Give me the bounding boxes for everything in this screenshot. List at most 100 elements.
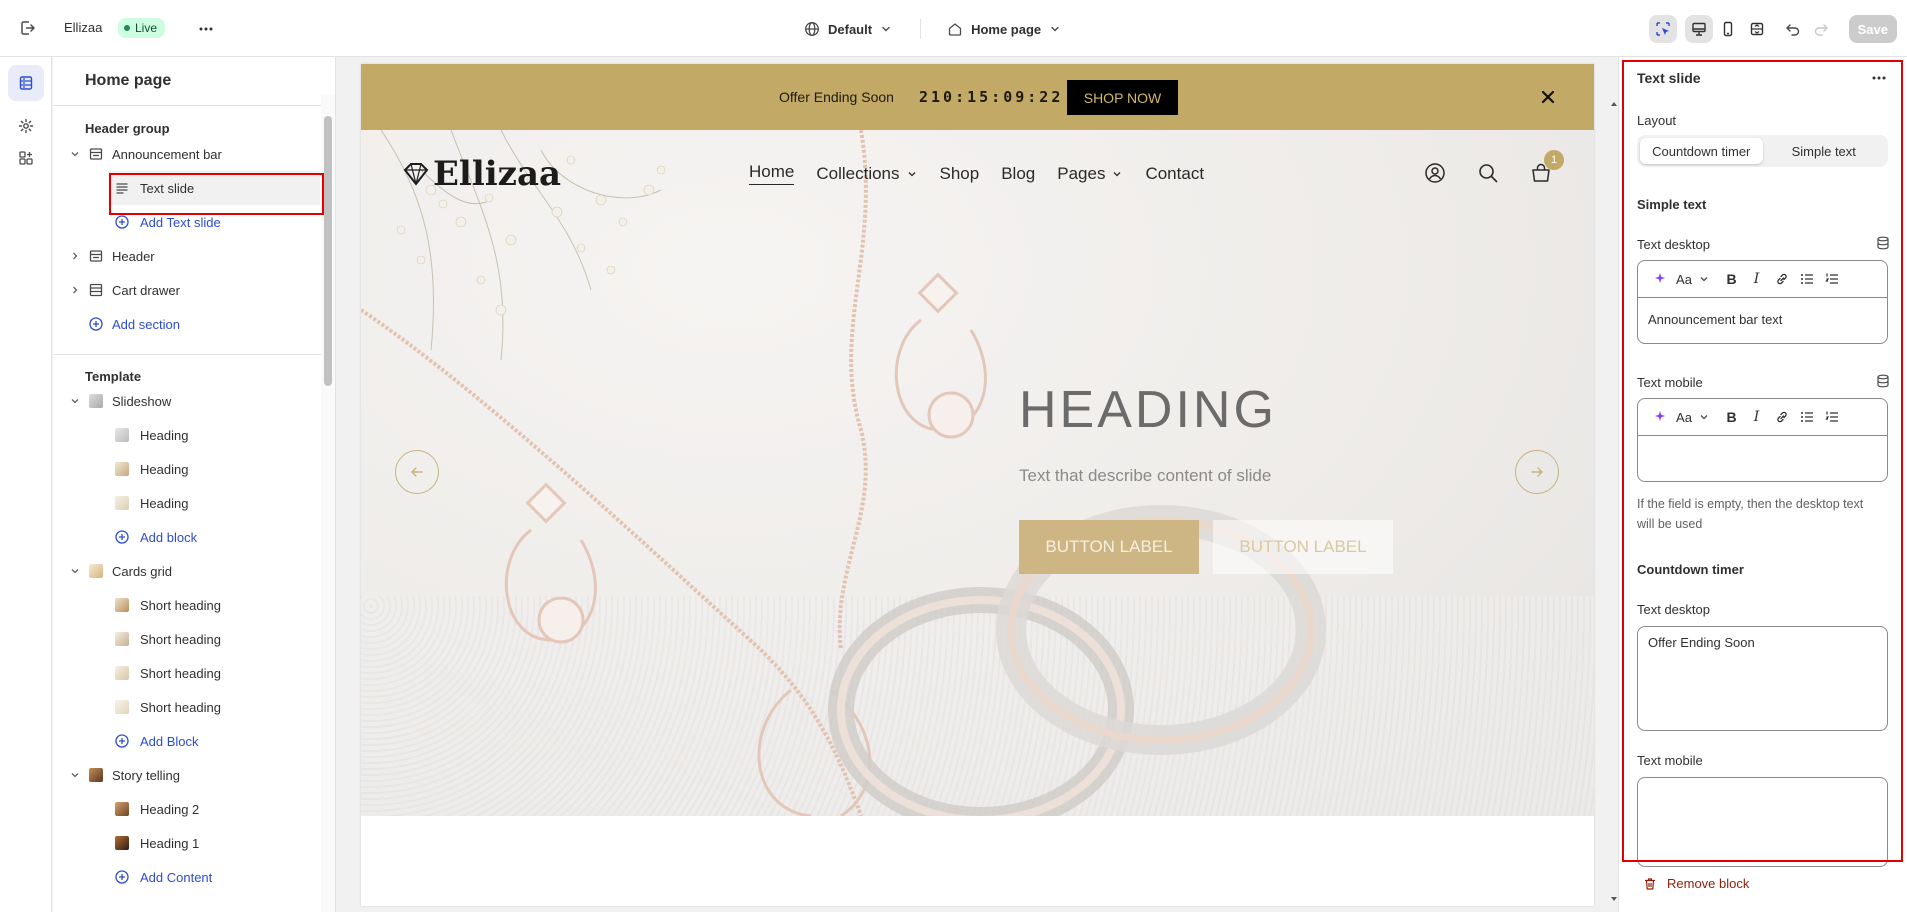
countdown-desktop-textarea[interactable]: Offer Ending Soon xyxy=(1637,626,1888,731)
layout-option-simple-text[interactable]: Simple text xyxy=(1763,138,1886,164)
block-heading-2[interactable]: Heading 2 xyxy=(53,792,335,826)
block-heading[interactable]: Heading xyxy=(53,452,335,486)
section-label: Announcement bar xyxy=(112,146,222,162)
block-heading-1[interactable]: Heading 1 xyxy=(53,826,335,860)
mobile-view-icon[interactable] xyxy=(1714,15,1742,43)
slide-primary-button[interactable]: BUTTON LABEL xyxy=(1019,520,1199,574)
ai-sparkle-icon[interactable] xyxy=(1648,405,1673,430)
exit-icon[interactable] xyxy=(16,16,40,40)
add-content-button[interactable]: Add Content xyxy=(53,860,335,894)
ai-sparkle-icon[interactable] xyxy=(1648,267,1673,292)
chevron-right-icon[interactable] xyxy=(69,250,81,262)
search-icon[interactable] xyxy=(1477,162,1499,184)
block-label: Heading xyxy=(140,427,189,443)
sections-icon[interactable] xyxy=(8,65,44,101)
nav-home[interactable]: Home xyxy=(749,162,795,185)
close-icon[interactable] xyxy=(1537,86,1559,108)
dynamic-source-icon[interactable] xyxy=(1875,235,1891,251)
nav-collections[interactable]: Collections xyxy=(816,162,917,185)
add-label: Add Text slide xyxy=(140,214,221,230)
bullet-list-icon[interactable] xyxy=(1794,267,1819,292)
device-switcher xyxy=(1684,15,1771,43)
redo-icon[interactable] xyxy=(1807,15,1835,43)
save-button[interactable]: Save xyxy=(1848,15,1897,43)
nav-blog[interactable]: Blog xyxy=(1001,162,1035,185)
italic-icon[interactable]: I xyxy=(1744,405,1769,430)
nav-shop[interactable]: Shop xyxy=(940,162,980,185)
bullet-list-icon[interactable] xyxy=(1794,405,1819,430)
more-actions-icon[interactable] xyxy=(1869,68,1889,88)
account-icon[interactable] xyxy=(1424,162,1446,184)
block-short-heading[interactable]: Short heading xyxy=(53,656,335,690)
main-navigation: Home Collections Shop Blog Pages Contact xyxy=(749,162,1204,185)
block-heading[interactable]: Heading xyxy=(53,486,335,520)
scrollbar-thumb[interactable] xyxy=(324,116,332,386)
block-short-heading[interactable]: Short heading xyxy=(53,690,335,724)
bold-icon[interactable]: B xyxy=(1719,405,1744,430)
apps-icon[interactable] xyxy=(8,140,44,176)
remove-block-button[interactable]: Remove block xyxy=(1643,876,1749,891)
countdown-mobile-textarea[interactable] xyxy=(1637,777,1888,867)
block-heading[interactable]: Heading xyxy=(53,418,335,452)
section-slideshow[interactable]: Slideshow xyxy=(53,384,335,418)
live-status-badge: Live xyxy=(118,18,166,38)
panel-title: Text slide xyxy=(1637,70,1701,86)
story-block-thumbnail-icon xyxy=(114,835,130,851)
block-short-heading[interactable]: Short heading xyxy=(53,622,335,656)
link-icon[interactable] xyxy=(1769,405,1794,430)
more-actions-icon[interactable] xyxy=(194,17,218,41)
arrow-right-icon[interactable] xyxy=(1515,450,1559,494)
nav-contact[interactable]: Contact xyxy=(1145,162,1204,185)
desktop-text-content[interactable]: Announcement bar text xyxy=(1638,298,1887,343)
dynamic-source-icon[interactable] xyxy=(1875,373,1891,389)
bold-icon[interactable]: B xyxy=(1719,267,1744,292)
add-block-button[interactable]: Add block xyxy=(53,520,335,554)
inspector-icon[interactable] xyxy=(1648,15,1677,43)
add-section-button[interactable]: Add section xyxy=(53,307,335,341)
slideshow-hero[interactable]: Ellizaa Home Collections Shop Blog Pages… xyxy=(361,130,1594,816)
numbered-list-icon[interactable] xyxy=(1819,267,1844,292)
announcement-bar[interactable]: Offer Ending Soon 210:15:09:22 SHOP NOW xyxy=(361,64,1594,130)
text-style-dropdown[interactable]: Aa xyxy=(1673,405,1713,430)
plus-circle-icon xyxy=(114,214,130,230)
header-group-label: Header group xyxy=(85,121,170,136)
drawer-icon xyxy=(88,282,104,298)
countdown-timer: 210:15:09:22 xyxy=(919,88,1064,106)
link-icon[interactable] xyxy=(1769,267,1794,292)
section-announcement-bar[interactable]: Announcement bar xyxy=(53,137,335,171)
block-label: Heading 2 xyxy=(140,801,200,817)
section-cards-grid[interactable]: Cards grid xyxy=(53,554,335,588)
store-logo[interactable]: Ellizaa xyxy=(401,154,561,194)
block-short-heading[interactable]: Short heading xyxy=(53,588,335,622)
layout-option-countdown-timer[interactable]: Countdown timer xyxy=(1640,138,1763,164)
desktop-text-editor: Aa B I Announcement bar text xyxy=(1637,260,1888,344)
cart-icon[interactable]: 1 xyxy=(1530,150,1564,184)
section-label: Story telling xyxy=(112,767,180,783)
chevron-down-icon[interactable] xyxy=(69,148,81,160)
add-label: Add block xyxy=(140,529,198,545)
theme-settings-icon[interactable] xyxy=(8,108,44,144)
section-story-telling[interactable]: Story telling xyxy=(53,758,335,792)
chevron-down-icon[interactable] xyxy=(69,769,81,781)
slide-secondary-button[interactable]: BUTTON LABEL xyxy=(1213,520,1393,574)
fullscreen-icon[interactable] xyxy=(1743,15,1771,43)
page-selector[interactable]: Home page xyxy=(943,21,1065,37)
section-header[interactable]: Header xyxy=(53,239,335,273)
slide-subtext: Text that describe content of slide xyxy=(1019,466,1272,485)
desktop-view-icon[interactable] xyxy=(1684,15,1713,43)
section-cart-drawer[interactable]: Cart drawer xyxy=(53,273,335,307)
text-style-dropdown[interactable]: Aa xyxy=(1673,267,1713,292)
undo-icon[interactable] xyxy=(1779,15,1807,43)
chevron-down-icon[interactable] xyxy=(69,565,81,577)
mobile-text-content[interactable] xyxy=(1638,436,1887,481)
chevron-right-icon[interactable] xyxy=(69,284,81,296)
arrow-left-icon[interactable] xyxy=(395,450,439,494)
shop-now-button[interactable]: SHOP NOW xyxy=(1067,80,1178,115)
sidebar-scrollbar[interactable] xyxy=(321,94,335,912)
chevron-down-icon[interactable] xyxy=(69,395,81,407)
numbered-list-icon[interactable] xyxy=(1819,405,1844,430)
italic-icon[interactable]: I xyxy=(1744,267,1769,292)
nav-pages[interactable]: Pages xyxy=(1057,162,1123,185)
add-block-button[interactable]: Add Block xyxy=(53,724,335,758)
theme-selector[interactable]: Default xyxy=(800,21,896,37)
